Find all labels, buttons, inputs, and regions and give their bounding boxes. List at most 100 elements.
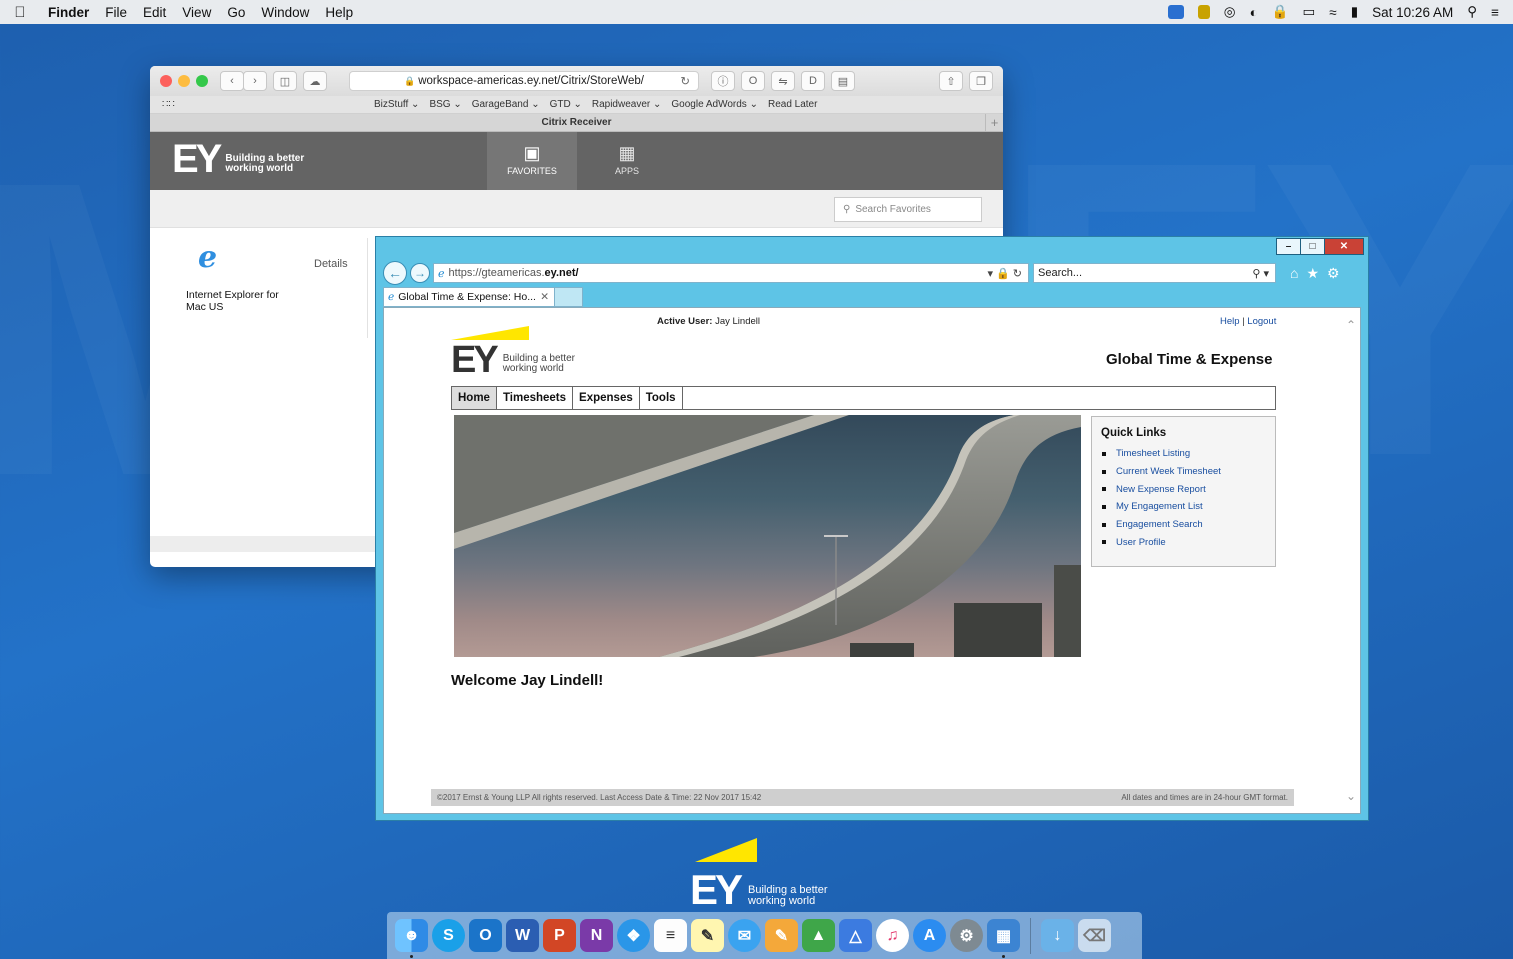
details-link[interactable]: Details [314,258,348,270]
tab-favorites[interactable]: ▣ FAVORITES [487,132,577,190]
close-tab-icon[interactable]: ✕ [540,291,549,303]
share-icon[interactable]: ⇧ [939,71,963,91]
reminders-dock-icon[interactable]: ≡ [654,919,687,952]
scroll-up-chevron-icon[interactable]: ⌃ [1346,318,1356,332]
system-preferences-dock-icon[interactable]: ⚙ [950,919,983,952]
app-store-dock-icon[interactable]: A [913,919,946,952]
safari-address-bar[interactable]: 🔒 workspace-americas.ey.net/Citrix/Store… [349,71,699,91]
safari-dock-icon[interactable]: ❖ [617,919,650,952]
reload-icon[interactable]: ↻ [680,74,690,88]
lock-status-icon[interactable]: 🔒 [1272,4,1289,20]
shield-status-icon[interactable] [1197,5,1210,19]
minimize-window-button[interactable] [178,75,190,87]
new-tab-button[interactable]: + [985,114,1003,131]
menu-window[interactable]: Window [253,5,317,20]
tab-apps[interactable]: ▦ APPS [582,132,672,190]
search-favorites-input[interactable]: ⚲ Search Favorites [834,197,982,222]
ie-back-arrow-icon[interactable]: ← [383,261,407,285]
clock[interactable]: Sat 10:26 AM [1372,5,1453,20]
tabs-overview-icon[interactable]: ❐ [969,71,993,91]
nav-timesheets[interactable]: Timesheets [497,387,574,409]
bookmark-bizstuff[interactable]: BizStuff ⌄ [374,99,419,110]
ie-address-bar[interactable]: ℯ https://gteamericas. ey.net/ ▾ 🔒 ↻ [433,263,1029,283]
powerpoint-dock-icon[interactable]: P [543,919,576,952]
ie-tab-global-time-expense[interactable]: ℯ Global Time & Expense: Ho... ✕ [383,287,555,307]
menu-app-finder[interactable]: Finder [40,5,97,20]
messages-dock-icon[interactable]: ✉ [728,919,761,952]
sidebar-toggle-icon[interactable]: ◫ [273,71,297,91]
bookmark-read-later[interactable]: Read Later [768,99,817,110]
menu-edit[interactable]: Edit [135,5,174,20]
app-tile-internet-explorer[interactable]: e Internet Explorer for Mac US Details [186,240,348,313]
ie-search-box[interactable]: Search... ⚲ ▾ [1033,263,1276,283]
nav-home[interactable]: Home [452,387,497,409]
search-dropdown-icon[interactable]: ⚲ ▾ [1252,267,1269,280]
word-dock-icon[interactable]: W [506,919,539,952]
close-window-button[interactable] [160,75,172,87]
ie-forward-arrow-icon[interactable]: → [410,263,430,283]
apple-menu-icon[interactable]:  [0,4,40,21]
app-name[interactable]: Internet Explorer for Mac US [186,289,296,313]
menu-help[interactable]: Help [317,5,361,20]
bookmark-bsg[interactable]: BSG ⌄ [429,99,461,110]
scroll-down-chevron-icon[interactable]: ⌄ [1346,789,1356,803]
downloads-folder-dock-icon[interactable]: ↓ [1041,919,1074,952]
ie-new-tab-button[interactable] [555,287,583,307]
link-extension-icon[interactable]: ⇋ [771,71,795,91]
help-link[interactable]: Help [1220,316,1240,327]
quick-link-user-profile[interactable]: User Profile [1101,533,1266,551]
minimize-icon[interactable]: – [1276,238,1301,255]
battery-icon[interactable]: ▮ [1351,4,1358,20]
logout-link[interactable]: Logout [1247,316,1276,327]
maximize-icon[interactable]: □ [1300,238,1325,255]
home-icon[interactable]: ⌂ [1290,265,1298,282]
skype-dock-icon[interactable]: S [432,919,465,952]
readability-extension-icon[interactable]: D [801,71,825,91]
notification-center-icon[interactable]: ≡ [1491,5,1499,20]
icloud-tabs-icon[interactable]: ☁ [303,71,327,91]
bookmark-gtd[interactable]: GTD ⌄ [550,99,582,110]
top-sites-grid-icon[interactable]: ∷∷ [162,99,175,110]
settings-gear-icon[interactable]: ⚙ [1327,265,1340,282]
menu-view[interactable]: View [174,5,219,20]
menu-go[interactable]: Go [219,5,253,20]
evernote-extension-icon[interactable]: ▤ [831,71,855,91]
keynote-dock-icon[interactable]: △ [839,919,872,952]
onepassword-extension-icon[interactable]: ⓘ [711,71,735,91]
quick-link-my-engagement-list[interactable]: My Engagement List [1101,498,1266,516]
trash-dock-icon[interactable]: ⌫ [1078,919,1111,952]
bookmark-rapidweaver[interactable]: Rapidweaver ⌄ [592,99,662,110]
wifi-icon[interactable]: ≈ [1329,5,1336,20]
safari-tab-citrix[interactable]: Citrix Receiver + [150,114,1003,132]
finder-dock-icon[interactable]: ☻ [395,919,428,958]
onenote-dock-icon[interactable]: N [580,919,613,952]
outlook-dock-icon[interactable]: O [469,919,502,952]
radar-status-icon[interactable]: ◎ [1224,4,1236,20]
citrix-status-icon[interactable] [1167,5,1184,19]
close-icon[interactable]: ✕ [1324,238,1364,255]
back-button[interactable]: ‹ [220,71,244,91]
spotlight-search-icon[interactable]: ⚲ [1467,4,1477,20]
zoom-window-button[interactable] [196,75,208,87]
nav-expenses[interactable]: Expenses [573,387,640,409]
bookmark-garageband[interactable]: GarageBand ⌄ [472,99,540,110]
forward-button[interactable]: › [243,71,267,91]
airplay-icon[interactable]: ▭ [1303,4,1316,20]
notes-dock-icon[interactable]: ✎ [691,919,724,952]
quick-link-timesheet-listing[interactable]: Timesheet Listing [1101,445,1266,463]
numbers-dock-icon[interactable]: ▲ [802,919,835,952]
spiral-status-icon[interactable]: ◐ [1250,5,1258,20]
favorites-star-icon[interactable]: ★ [1306,265,1319,282]
citrix-viewer-dock-icon[interactable]: ▦ [987,919,1020,958]
quick-link-current-week-timesheet[interactable]: Current Week Timesheet [1101,463,1266,481]
menu-file[interactable]: File [97,5,135,20]
quick-link-engagement-search[interactable]: Engagement Search [1101,516,1266,534]
address-tools-icons[interactable]: ▾ 🔒 ↻ [987,267,1022,280]
pages-dock-icon[interactable]: ✎ [765,919,798,952]
opera-extension-icon[interactable]: O [741,71,765,91]
quick-link-new-expense-report[interactable]: New Expense Report [1101,480,1266,498]
itunes-dock-icon[interactable]: ♫ [876,919,909,952]
bookmark-google-adwords[interactable]: Google AdWords ⌄ [671,99,758,110]
vertical-scrollbar[interactable]: ⌃ ⌄ [1343,308,1360,813]
nav-tools[interactable]: Tools [640,387,683,409]
